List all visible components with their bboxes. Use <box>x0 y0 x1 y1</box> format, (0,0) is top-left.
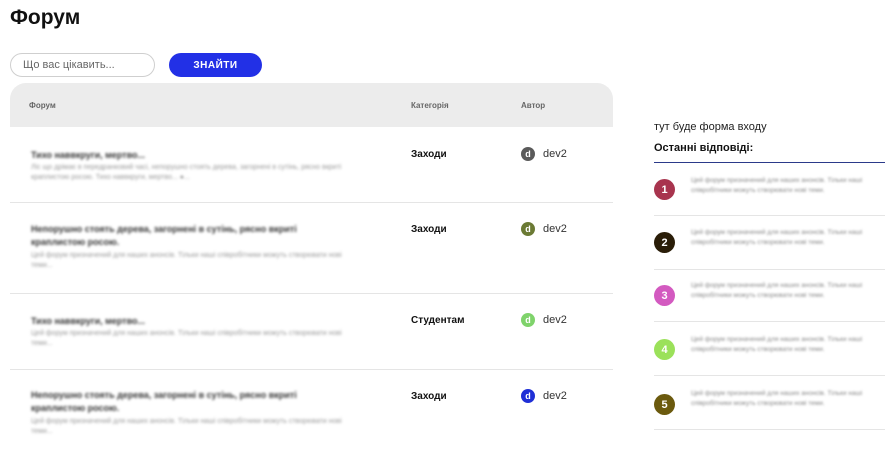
reply-number-badge: 5 <box>654 394 675 415</box>
page-title: Форум <box>10 6 81 29</box>
table-row[interactable]: Непорушно стоять дерева, загорнені в сут… <box>10 203 613 294</box>
column-header-forum: Форум <box>29 101 56 110</box>
recent-reply-item[interactable]: 4 Цей форум призначений для наших анонсі… <box>654 322 885 376</box>
avatar: d <box>521 313 535 327</box>
reply-number-badge: 2 <box>654 232 675 253</box>
search-button[interactable]: ЗНАЙТИ <box>169 53 262 77</box>
table-row[interactable]: Тихо наввкруги, мертво... Ліс що дрімає … <box>10 127 613 203</box>
topic-author[interactable]: d dev2 <box>521 222 567 236</box>
topic-category[interactable]: Заходи <box>411 224 447 235</box>
login-form-placeholder: тут буде форма входу <box>654 121 767 133</box>
avatar: d <box>521 389 535 403</box>
author-name[interactable]: dev2 <box>543 148 567 160</box>
search-input[interactable] <box>10 53 155 77</box>
topic-author[interactable]: d dev2 <box>521 313 567 327</box>
table-row[interactable]: Непорушно стоять дерева, загорнені в сут… <box>10 370 613 450</box>
reply-text[interactable]: Цей форум призначений для наших анонсів.… <box>691 228 881 248</box>
topic-description: Ліс що дрімає в передранковий часі, непо… <box>31 164 342 181</box>
topic-title[interactable]: Тихо наввкруги, мертво... <box>31 315 351 328</box>
topic-author[interactable]: d dev2 <box>521 147 567 161</box>
topic-author[interactable]: d dev2 <box>521 389 567 403</box>
topic-description: Цей форум призначений для наших анонсів.… <box>31 252 342 269</box>
reply-text[interactable]: Цей форум призначений для наших анонсів.… <box>691 281 881 301</box>
column-header-author: Автор <box>521 101 546 110</box>
recent-reply-item[interactable]: 2 Цей форум призначений для наших анонсі… <box>654 216 885 270</box>
reply-number-badge: 3 <box>654 285 675 306</box>
recent-reply-item[interactable]: 1 Цей форум призначений для наших анонсі… <box>654 170 885 216</box>
recent-replies-divider <box>654 162 885 163</box>
avatar: d <box>521 222 535 236</box>
topic-title[interactable]: Непорушно стоять дерева, загорнені в сут… <box>31 223 351 249</box>
topic-category[interactable]: Студентам <box>411 315 465 326</box>
topic-title[interactable]: Тихо наввкруги, мертво... <box>31 149 351 162</box>
reply-text[interactable]: Цей форум призначений для наших анонсів.… <box>691 335 881 355</box>
avatar: d <box>521 147 535 161</box>
topic-category[interactable]: Заходи <box>411 391 447 402</box>
topic-title[interactable]: Непорушно стоять дерева, загорнені в сут… <box>31 389 351 415</box>
reply-text[interactable]: Цей форум призначений для наших анонсів.… <box>691 176 881 196</box>
author-name[interactable]: dev2 <box>543 314 567 326</box>
recent-reply-item[interactable]: 3 Цей форум призначений для наших анонсі… <box>654 270 885 322</box>
recent-replies-title: Останні відповіді: <box>654 142 754 154</box>
reply-number-badge: 4 <box>654 339 675 360</box>
reply-number-badge: 1 <box>654 179 675 200</box>
recent-reply-item[interactable]: 5 Цей форум призначений для наших анонсі… <box>654 376 885 430</box>
author-name[interactable]: dev2 <box>543 223 567 235</box>
author-name[interactable]: dev2 <box>543 390 567 402</box>
topic-category[interactable]: Заходи <box>411 149 447 160</box>
table-row[interactable]: Тихо наввкруги, мертво... Цей форум приз… <box>10 294 613 370</box>
reply-text[interactable]: Цей форум призначений для наших анонсів.… <box>691 389 881 409</box>
table-header: Форум Категорія Автор <box>10 83 613 127</box>
topic-description: Цей форум призначений для наших анонсів.… <box>31 330 342 347</box>
topic-description: Цей форум призначений для наших анонсів.… <box>31 418 342 435</box>
column-header-category: Категорія <box>411 101 449 110</box>
forum-table: Форум Категорія Автор Тихо наввкруги, ме… <box>10 83 613 450</box>
